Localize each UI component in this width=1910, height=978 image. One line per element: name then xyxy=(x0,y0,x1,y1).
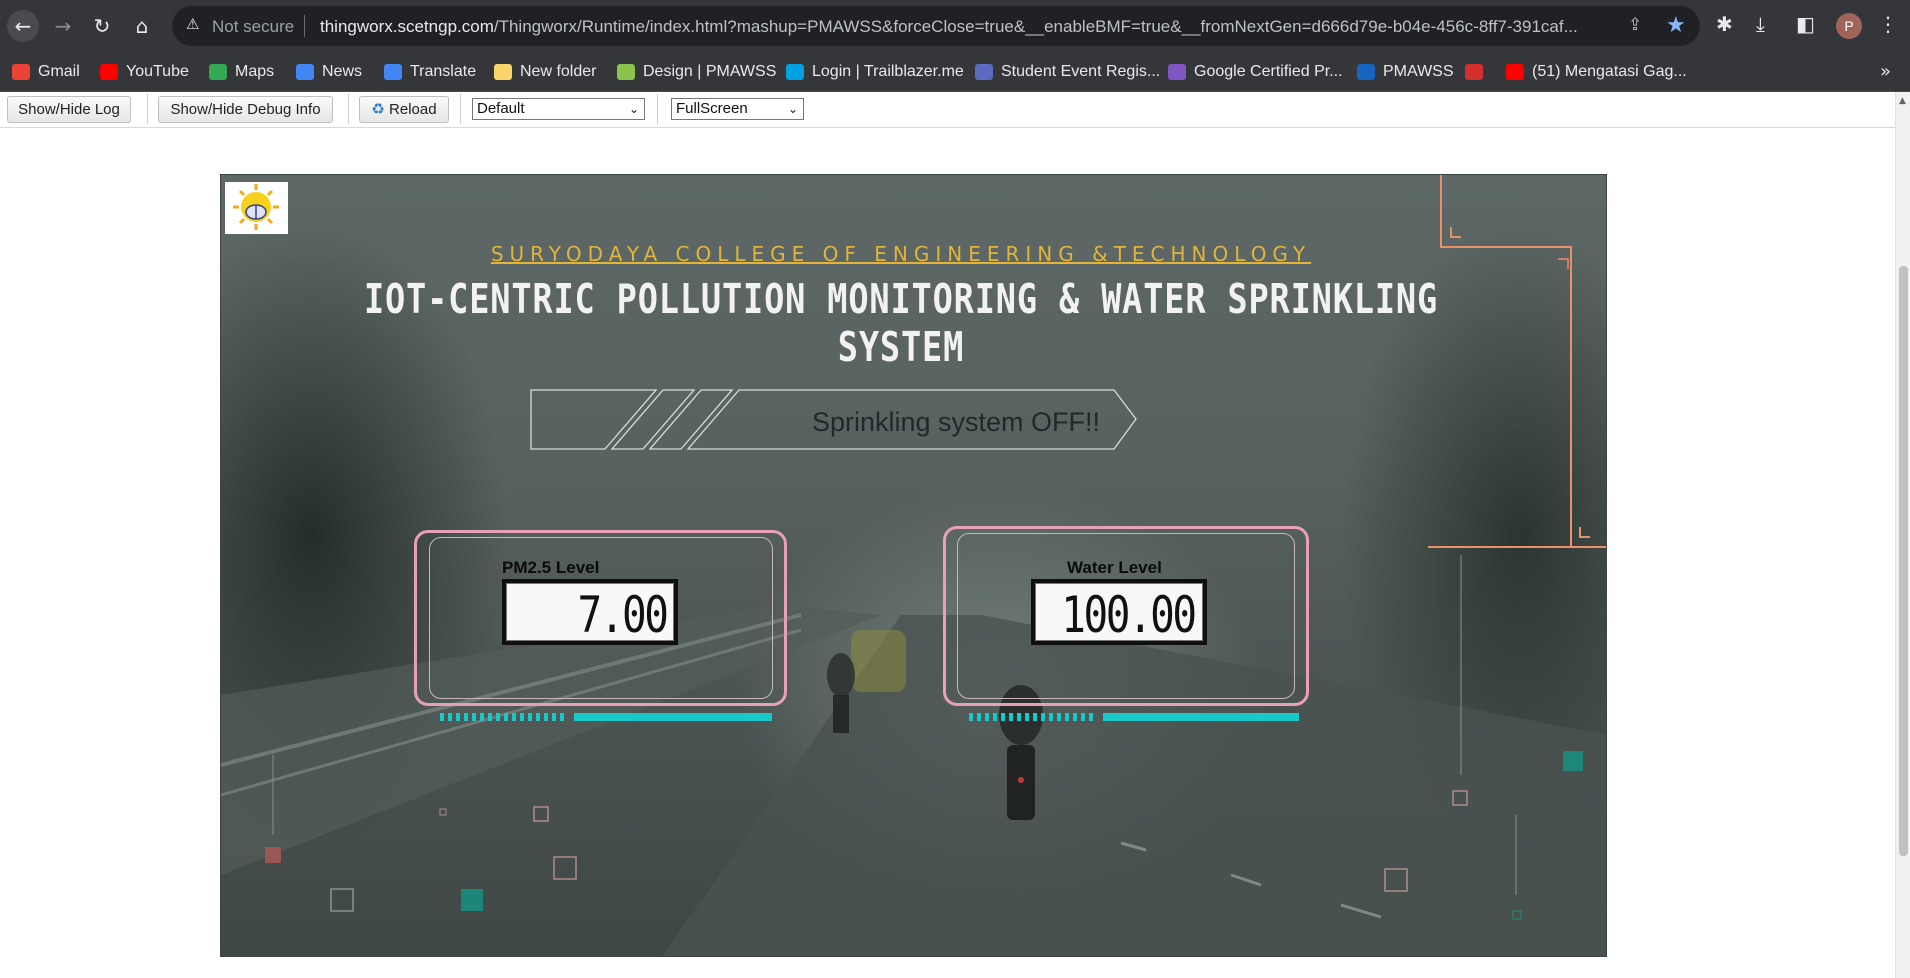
bookmark-label: Design | PMAWSS xyxy=(643,63,777,80)
water-level-value: 100.00 xyxy=(1061,586,1198,644)
pm25-value: 7.00 xyxy=(577,586,668,644)
menu-icon[interactable]: ⋮ xyxy=(1878,12,1898,36)
url-text[interactable]: thingworx.scetngp.com/Thingworx/Runtime/… xyxy=(320,17,1610,37)
runtime-toolbar: Show/Hide Log Show/Hide Debug Info ♻ Rel… xyxy=(0,92,1895,128)
bookmark-label: Translate xyxy=(410,63,477,80)
news-icon xyxy=(296,64,314,80)
bookmark-pmawss[interactable]: PMAWSS xyxy=(1357,62,1454,82)
bookmark-news[interactable]: News xyxy=(296,62,362,82)
reload-button-label: Reload xyxy=(389,101,437,118)
maps-icon xyxy=(209,64,227,80)
folder-icon xyxy=(494,64,512,80)
bookmark-label: Google Certified Pr... xyxy=(1194,63,1343,80)
bookmark-label: Login | Trailblazer.me xyxy=(812,63,964,80)
toolbar-divider xyxy=(147,94,148,124)
profile-avatar[interactable]: P xyxy=(1836,13,1862,39)
bookmark-star-icon[interactable]: ★ xyxy=(1666,13,1686,38)
browser-toolbar: ← → ↻ ⌂ ⚠ Not secure thingworx.scetngp.c… xyxy=(0,0,1910,52)
back-arrow-icon[interactable]: ← xyxy=(7,10,39,42)
download-icon[interactable]: ⤓ xyxy=(1756,12,1765,36)
bookmark-label: News xyxy=(322,63,363,80)
gear-icon xyxy=(1357,64,1375,80)
bookmark-student-event[interactable]: Student Event Regis... xyxy=(975,62,1160,82)
bookmark-new-folder[interactable]: New folder xyxy=(494,62,596,82)
mashup-canvas: SURYODAYA COLLEGE OF ENGINEERING &TECHNO… xyxy=(220,174,1607,957)
bookmark-translate[interactable]: Translate xyxy=(384,62,476,82)
not-secure-label: Not secure xyxy=(212,17,295,36)
toolbar-divider xyxy=(657,94,658,124)
form-icon xyxy=(975,64,993,80)
certificate-icon xyxy=(1168,64,1186,80)
bookmark-label: New folder xyxy=(520,63,597,80)
translate-icon xyxy=(384,64,402,80)
extensions-icon[interactable]: ✱ xyxy=(1716,12,1733,36)
bookmark-gmail[interactable]: Gmail xyxy=(12,62,80,82)
youtube-icon xyxy=(1506,64,1524,80)
pm25-progress-bar xyxy=(440,713,772,721)
youtube-icon xyxy=(100,64,118,80)
share-icon[interactable]: ⇪ xyxy=(1628,15,1642,35)
address-separator xyxy=(304,15,305,37)
reload-swirl-icon: ♻ xyxy=(371,101,385,118)
url-host: thingworx.scetngp.com xyxy=(320,17,494,36)
water-level-display: 100.00 xyxy=(1031,579,1207,645)
bookmark-label: Gmail xyxy=(38,63,80,80)
reload-button[interactable]: ♻ Reload xyxy=(359,96,449,123)
side-panel-icon[interactable]: ◧ xyxy=(1796,12,1815,36)
water-progress-bar xyxy=(969,713,1299,721)
view-mode-select-value: FullScreen xyxy=(676,100,748,117)
bookmark-design-pmawss[interactable]: Design | PMAWSS xyxy=(617,62,776,82)
page-title: IOT-CENTRIC POLLUTION MONITORING & WATER… xyxy=(363,275,1439,371)
forward-arrow-icon[interactable]: → xyxy=(47,10,79,42)
more-bookmarks-icon[interactable]: » xyxy=(1880,61,1891,82)
warning-icon: ⚠ xyxy=(186,15,200,33)
show-hide-log-button[interactable]: Show/Hide Log xyxy=(7,96,131,123)
sprinkler-status-text: Sprinkling system OFF!! xyxy=(811,407,1101,437)
reload-icon[interactable]: ↻ xyxy=(86,10,118,42)
scrollbar-thumb[interactable] xyxy=(1899,266,1908,856)
gmail-icon xyxy=(12,64,30,80)
bookmark-trailblazer[interactable]: Login | Trailblazer.me xyxy=(786,62,964,82)
chevron-down-icon: ⌄ xyxy=(628,102,639,116)
bookmark-google-certified[interactable]: Google Certified Pr... xyxy=(1168,62,1343,82)
url-path: /Thingworx/Runtime/index.html?mashup=PMA… xyxy=(493,17,1578,36)
toolbar-divider xyxy=(460,94,461,124)
pm25-label: PM2.5 Level xyxy=(502,558,600,577)
chevron-down-icon: ⌄ xyxy=(787,102,798,116)
bookmark-youtube[interactable]: YouTube xyxy=(100,62,189,82)
toolbar-divider xyxy=(348,94,349,124)
bookmark-youtube-video[interactable]: (51) Mengatasi Gag... xyxy=(1506,62,1687,82)
sun-logo-icon xyxy=(233,184,279,230)
bookmark-maps[interactable]: Maps xyxy=(209,62,274,82)
page-scrollbar[interactable]: ▲ xyxy=(1895,92,1910,978)
design-icon xyxy=(617,64,635,80)
bookmark-label: (51) Mengatasi Gag... xyxy=(1532,63,1687,80)
scroll-up-icon[interactable]: ▲ xyxy=(1899,96,1906,106)
view-mode-select[interactable]: FullScreen ⌄ xyxy=(671,98,804,120)
theme-select-value: Default xyxy=(477,100,525,117)
red-app-icon xyxy=(1465,64,1483,80)
show-hide-debug-button[interactable]: Show/Hide Debug Info xyxy=(158,96,333,123)
home-icon[interactable]: ⌂ xyxy=(126,10,158,42)
theme-select[interactable]: Default ⌄ xyxy=(472,98,645,120)
salesforce-cloud-icon xyxy=(786,64,804,80)
bookmark-label: PMAWSS xyxy=(1383,63,1454,80)
pm25-display: 7.00 xyxy=(502,579,678,645)
bookmark-label: Student Event Regis... xyxy=(1001,63,1161,80)
bookmark-red-icon[interactable] xyxy=(1465,62,1491,82)
address-bar[interactable]: ⚠ Not secure thingworx.scetngp.com/Thing… xyxy=(172,6,1700,46)
college-name: SURYODAYA COLLEGE OF ENGINEERING &TECHNO… xyxy=(490,242,1312,266)
bookmark-label: YouTube xyxy=(126,63,189,80)
college-logo xyxy=(225,182,288,234)
water-level-label: Water Level xyxy=(1067,558,1162,577)
bookmarks-bar: Gmail YouTube Maps News Translate New fo… xyxy=(0,52,1910,92)
bookmark-label: Maps xyxy=(235,63,275,80)
